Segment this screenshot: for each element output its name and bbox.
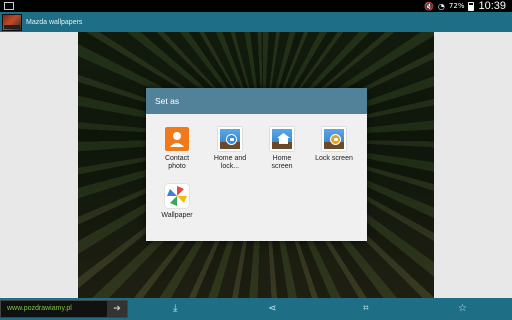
dialog-title: Set as	[155, 96, 180, 106]
option-wallpaper[interactable]: Wallpaper	[152, 184, 202, 220]
clock: 10:39	[478, 0, 506, 12]
crop-icon[interactable]: ⌗	[363, 303, 369, 315]
status-indicators: 🔇 ◔ 72% 10:39	[424, 0, 506, 12]
battery-icon	[468, 1, 475, 11]
option-label: Contact	[164, 155, 190, 162]
left-margin	[0, 32, 78, 298]
home-screen-icon	[270, 127, 294, 151]
share-icon[interactable]: ⋖	[268, 303, 276, 315]
option-home-and-lock[interactable]: Home and lock...	[205, 127, 255, 171]
option-lock-screen[interactable]: Lock screen	[309, 127, 359, 163]
option-label: Lock screen	[315, 155, 353, 162]
option-contact-photo[interactable]: Contact photo	[152, 127, 202, 171]
bottom-toolbar: www.pozdrawiamy.pl ➔ ⤓ ⋖ ⌗ ☆	[0, 298, 512, 320]
wallpaper-icon	[165, 184, 189, 208]
option-label: photo	[168, 163, 186, 170]
lock-screen-icon	[322, 127, 346, 151]
app-logo-icon[interactable]	[2, 13, 22, 31]
option-label: lock...	[220, 163, 240, 170]
home-and-lock-icon	[218, 127, 242, 151]
dialog-header: Set as	[146, 88, 367, 114]
ad-banner[interactable]: www.pozdrawiamy.pl ➔	[0, 300, 128, 318]
option-label: Wallpaper	[161, 212, 193, 219]
set-as-dialog: Set as Contact photo Home and lock... Ho…	[146, 88, 367, 241]
app-title: Mazda wallpapers	[26, 18, 83, 26]
status-bar: 🔇 ◔ 72% 10:39	[0, 0, 512, 12]
ad-arrow-icon[interactable]: ➔	[107, 301, 127, 317]
ad-text: www.pozdrawiamy.pl	[7, 305, 72, 312]
battery-percent: 72%	[448, 2, 465, 10]
download-icon[interactable]: ⤓	[173, 303, 177, 315]
mute-icon: 🔇	[423, 1, 434, 11]
right-margin	[434, 32, 512, 298]
contact-icon	[165, 127, 189, 151]
option-home-screen[interactable]: Home screen	[257, 127, 307, 171]
option-label: Home and	[213, 155, 247, 162]
star-icon[interactable]: ☆	[458, 303, 467, 315]
option-label: Home	[272, 155, 292, 162]
wifi-icon: ◔	[437, 1, 445, 11]
app-bar: Mazda wallpapers	[0, 12, 512, 32]
image-notification-icon	[4, 2, 14, 10]
option-label: screen	[271, 163, 293, 170]
